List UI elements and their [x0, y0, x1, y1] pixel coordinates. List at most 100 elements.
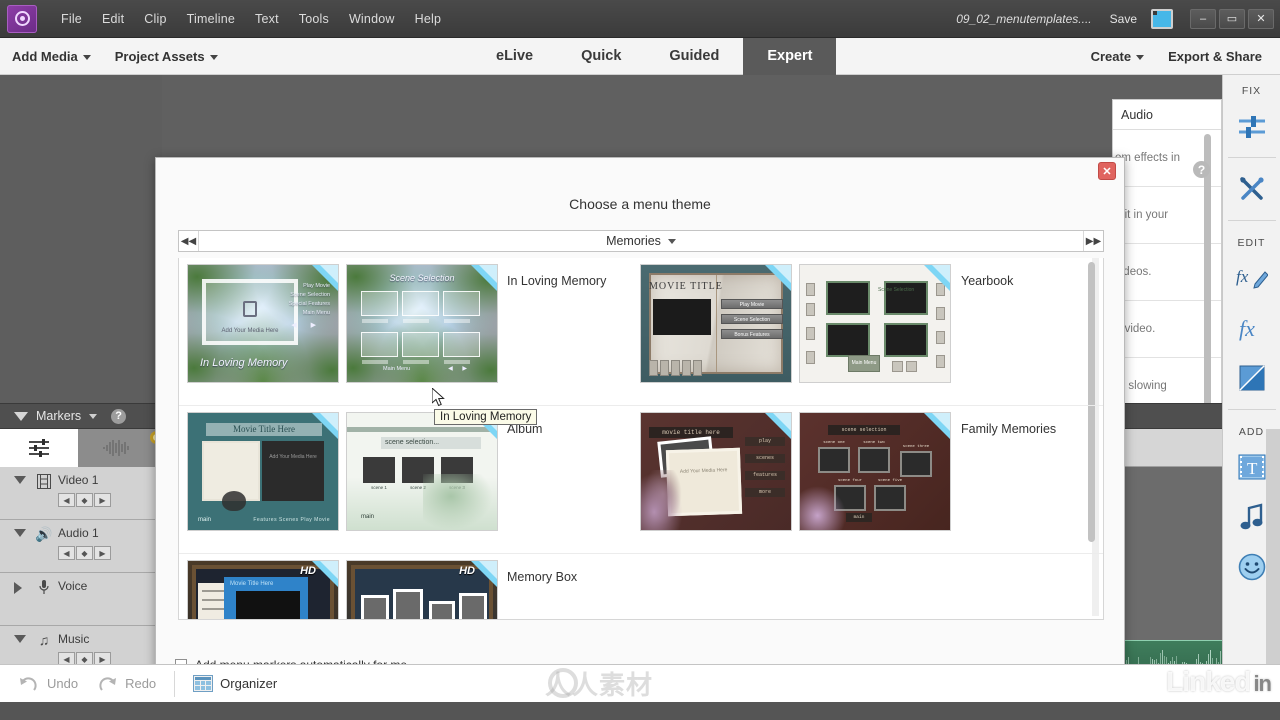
- hd-corner-icon: [312, 413, 338, 439]
- prev-keyframe-button[interactable]: ◀: [58, 546, 75, 560]
- prev-keyframe-button[interactable]: ◀: [58, 493, 75, 507]
- maximize-button[interactable]: ▭: [1219, 9, 1245, 29]
- screen-icon[interactable]: [1151, 9, 1173, 29]
- theme-item-yearbook[interactable]: MOVIE TITLE Play Movie Scene Selection B…: [640, 264, 958, 383]
- next-keyframe-button[interactable]: ▶: [94, 493, 111, 507]
- theme-name: Memory Box: [507, 570, 577, 584]
- dialog-title: Choose a menu theme: [156, 196, 1124, 212]
- svg-text:fx: fx: [1239, 316, 1255, 341]
- theme-group-selector[interactable]: ◀◀ Memories ▶▶: [178, 230, 1104, 252]
- theme-thumbnail-main[interactable]: Add Your Media Here Play Movie Scene Sel…: [187, 264, 339, 383]
- tools-icon[interactable]: [1230, 167, 1274, 211]
- track-audio-1[interactable]: 🔊 Audio 1 ◀ ◆ ▶: [0, 520, 155, 573]
- markers-disclosure-icon[interactable]: [14, 412, 28, 421]
- disclosure-triangle-icon[interactable]: [14, 529, 26, 537]
- hd-corner-icon: [924, 265, 950, 291]
- menu-file[interactable]: File: [51, 8, 92, 30]
- theme-thumbnail-scenes[interactable]: Scene Selection Main Menu ◀ ▶: [346, 264, 498, 383]
- theme-item-album[interactable]: Movie Title Here Add Your Media Here mai…: [187, 412, 505, 531]
- next-double-arrow-icon[interactable]: ▶▶: [1083, 231, 1103, 251]
- theme-thumbnail-main[interactable]: movie title here Add Your Media Here pla…: [640, 412, 792, 531]
- menu-window[interactable]: Window: [339, 8, 405, 30]
- next-keyframe-button[interactable]: ▶: [94, 546, 111, 560]
- menu-timeline[interactable]: Timeline: [177, 8, 245, 30]
- tab-quick[interactable]: Quick: [557, 38, 645, 75]
- theme-thumbnail-main[interactable]: Movie Title Here Add Your Media Here mai…: [187, 412, 339, 531]
- fx-pencil-icon[interactable]: fx: [1230, 256, 1274, 300]
- minimize-button[interactable]: –: [1190, 9, 1216, 29]
- undo-arrow-icon: [18, 675, 40, 693]
- close-icon[interactable]: ✕: [1098, 162, 1116, 180]
- svg-text:fx: fx: [1236, 267, 1249, 286]
- thumb-text: scene five: [876, 479, 904, 483]
- add-keyframe-button[interactable]: ◆: [76, 546, 93, 560]
- theme-item-family-memories[interactable]: movie title here Add Your Media Here pla…: [640, 412, 958, 531]
- timeline-view-tab[interactable]: [0, 429, 78, 467]
- track-label: Music: [58, 632, 89, 646]
- theme-item-in-loving-memory[interactable]: Add Your Media Here Play Movie Scene Sel…: [187, 264, 505, 383]
- theme-name: Family Memories: [961, 422, 1056, 436]
- disclosure-triangle-icon[interactable]: [14, 582, 22, 594]
- help-icon[interactable]: ?: [111, 409, 126, 424]
- redo-button[interactable]: Redo: [96, 675, 156, 693]
- transition-icon[interactable]: [1230, 356, 1274, 400]
- undo-button[interactable]: Undo: [18, 675, 78, 693]
- project-assets-button[interactable]: Project Assets: [103, 38, 230, 75]
- thumb-text: Bonus Features: [721, 329, 783, 339]
- theme-thumbnail-scenes[interactable]: scene selection scene one scene two scen…: [799, 412, 951, 531]
- thumb-text: Add Your Media Here: [221, 328, 278, 334]
- tab-elive[interactable]: eLive: [472, 38, 557, 75]
- close-button[interactable]: ✕: [1248, 9, 1274, 29]
- thumb-text: main: [361, 514, 374, 520]
- tab-expert[interactable]: Expert: [743, 38, 836, 75]
- chevron-down-icon: [1136, 55, 1144, 60]
- thumb-text: Scene Selection: [289, 292, 330, 298]
- thumb-text: scenes: [745, 454, 785, 463]
- theme-item-memory-box[interactable]: Movie Title Here HD HD: [187, 560, 505, 620]
- menu-text[interactable]: Text: [245, 8, 289, 30]
- thumb-text: scene 1: [363, 485, 395, 490]
- export-share-button[interactable]: Export & Share: [1156, 38, 1274, 75]
- timeline-view-tabs: [0, 429, 156, 467]
- thumb-text: Features Scenes Play Movie: [253, 517, 330, 523]
- help-icon[interactable]: ?: [1193, 161, 1210, 178]
- menu-edit[interactable]: Edit: [92, 8, 134, 30]
- track-label: Audio 1: [58, 526, 99, 540]
- add-media-label: Add Media: [12, 49, 78, 64]
- waveform-icon: [102, 439, 132, 457]
- add-media-button[interactable]: Add Media: [0, 38, 103, 75]
- microphone-icon: [35, 578, 53, 596]
- theme-thumbnail-scenes[interactable]: HD: [346, 560, 498, 620]
- create-button[interactable]: Create: [1079, 38, 1156, 75]
- watermark-brand-text: Linked: [1166, 666, 1250, 697]
- menu-clip[interactable]: Clip: [134, 8, 176, 30]
- thumb-text: Movie Title Here: [206, 423, 322, 436]
- theme-group-value[interactable]: Memories: [199, 234, 1083, 248]
- save-button[interactable]: Save: [1110, 12, 1137, 26]
- menu-tools[interactable]: Tools: [289, 8, 339, 30]
- tab-guided[interactable]: Guided: [645, 38, 743, 75]
- disclosure-triangle-icon[interactable]: [14, 635, 26, 643]
- prev-double-arrow-icon[interactable]: ◀◀: [179, 231, 199, 251]
- track-video-1[interactable]: Video 1 ◀ ◆ ▶: [0, 467, 155, 520]
- sliders-icon[interactable]: [1230, 104, 1274, 148]
- theme-thumbnail-main[interactable]: Movie Title Here HD: [187, 560, 339, 620]
- fx-icon[interactable]: fx: [1230, 306, 1274, 350]
- watermark-ring-icon: [548, 668, 578, 698]
- disclosure-triangle-icon[interactable]: [14, 476, 26, 484]
- chevron-down-icon[interactable]: [89, 414, 97, 419]
- work-area: Audio om effects in e it in your videos.…: [0, 75, 1280, 672]
- theme-thumbnail-main[interactable]: MOVIE TITLE Play Movie Scene Selection B…: [640, 264, 792, 383]
- organizer-button[interactable]: Organizer: [193, 675, 277, 692]
- track-voice[interactable]: Voice: [0, 573, 155, 626]
- chevron-down-icon: [83, 55, 91, 60]
- undo-label: Undo: [47, 676, 78, 691]
- add-keyframe-button[interactable]: ◆: [76, 493, 93, 507]
- theme-thumbnail-scenes[interactable]: Scene Selection Main Menu: [799, 264, 951, 383]
- audio-view-tab[interactable]: [78, 429, 156, 467]
- theme-thumbnail-scenes[interactable]: scene selection... scene 1 scene 2 scene…: [346, 412, 498, 531]
- hd-corner-icon: [765, 413, 791, 439]
- thumb-text: In Loving Memory: [200, 357, 287, 369]
- menu-help[interactable]: Help: [405, 8, 452, 30]
- theme-list[interactable]: Add Your Media Here Play Movie Scene Sel…: [178, 258, 1104, 620]
